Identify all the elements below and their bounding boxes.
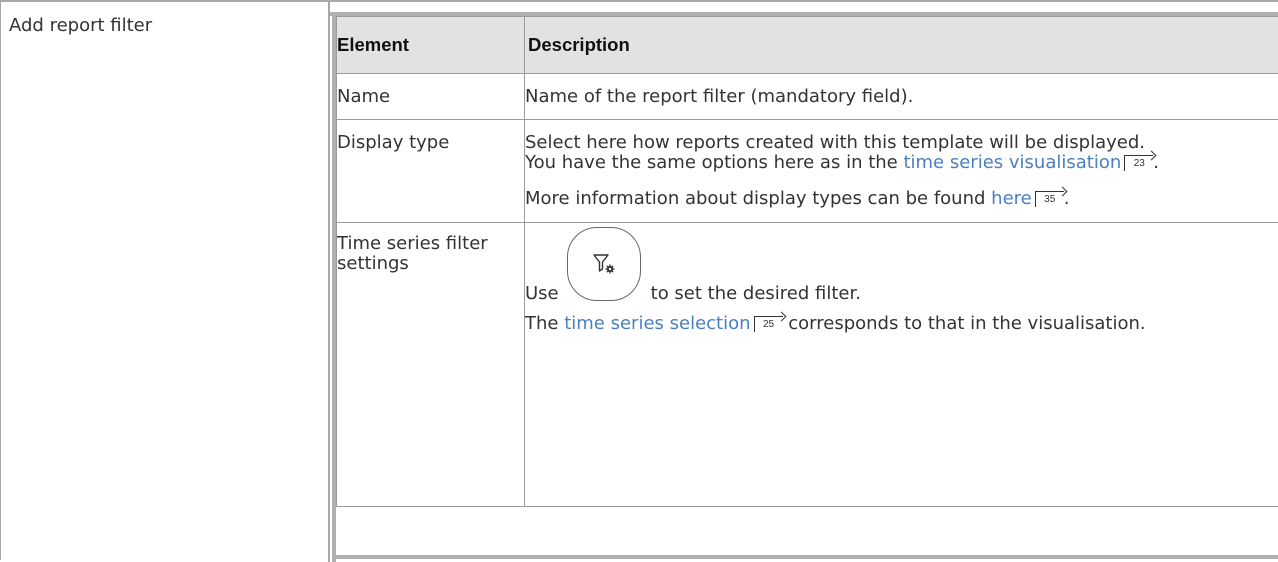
element-cell: Display type bbox=[337, 120, 525, 223]
time-series-visualisation-link[interactable]: time series visualisation bbox=[903, 152, 1121, 173]
table-row: Display type Select here how reports cre… bbox=[337, 120, 1278, 223]
page-ref-icon[interactable]: 25 bbox=[754, 316, 783, 332]
header-element: Element bbox=[337, 17, 525, 74]
text-fragment: More information about display types can… bbox=[525, 188, 991, 209]
page-ref-icon[interactable]: 23 bbox=[1124, 155, 1153, 171]
text-fragment: You have the same options here as in the bbox=[525, 152, 903, 173]
table-header-row: Element Description bbox=[337, 17, 1278, 74]
page-ref-icon[interactable]: 35 bbox=[1035, 191, 1064, 207]
header-element-label: Element bbox=[337, 34, 409, 55]
page-ref-number: 23 bbox=[1134, 158, 1145, 169]
filter-settings-button[interactable] bbox=[567, 227, 641, 301]
text-fragment: to set the desired filter. bbox=[651, 283, 861, 304]
text-fragment: The bbox=[525, 313, 564, 334]
element-cell: Name bbox=[337, 74, 525, 120]
element-cell: Time series filter settings bbox=[337, 223, 525, 507]
description-text: You have the same options here as in the… bbox=[525, 153, 1278, 173]
description-text: The time series selection 25 corresponds … bbox=[525, 304, 1278, 334]
text-fragment: Use bbox=[525, 283, 559, 304]
page-ref-number: 25 bbox=[763, 319, 774, 330]
left-cell: Add report filter bbox=[1, 2, 329, 562]
description-text: Name of the report filter (mandatory fie… bbox=[525, 74, 1278, 107]
outer-table: Add report filter Element Description Na… bbox=[0, 0, 1278, 560]
filter-settings-icon bbox=[592, 252, 618, 278]
time-series-selection-link[interactable]: time series selection bbox=[564, 313, 750, 334]
description-cell: Select here how reports created with thi… bbox=[525, 120, 1278, 223]
inner-table-frame: Element Description Name Name of the rep… bbox=[329, 2, 1278, 562]
header-description: Description bbox=[525, 17, 1278, 74]
element-name: Name bbox=[337, 74, 524, 107]
description-text: Select here how reports created with thi… bbox=[525, 120, 1278, 153]
table-row: Name Name of the report filter (mandator… bbox=[337, 74, 1278, 120]
page-ref-number: 35 bbox=[1044, 194, 1055, 205]
display-types-link[interactable]: here bbox=[991, 188, 1032, 209]
description-text: More information about display types can… bbox=[525, 173, 1278, 209]
section-label: Add report filter bbox=[9, 15, 152, 36]
element-name: Time series filter settings bbox=[337, 223, 524, 274]
text-fragment: corresponds to that in the visualisation… bbox=[783, 313, 1146, 334]
description-cell: Use to set the desired filter. The time s… bbox=[525, 223, 1278, 507]
element-name: Display type bbox=[337, 120, 524, 153]
frame-bottom-border bbox=[332, 555, 1278, 559]
element-description-table: Element Description Name Name of the rep… bbox=[336, 16, 1278, 507]
description-text: Use to set the desired filter. bbox=[525, 223, 1278, 304]
description-cell: Name of the report filter (mandatory fie… bbox=[525, 74, 1278, 120]
header-description-label: Description bbox=[525, 34, 630, 55]
table-row: Time series filter settings Use to set th… bbox=[337, 223, 1278, 507]
